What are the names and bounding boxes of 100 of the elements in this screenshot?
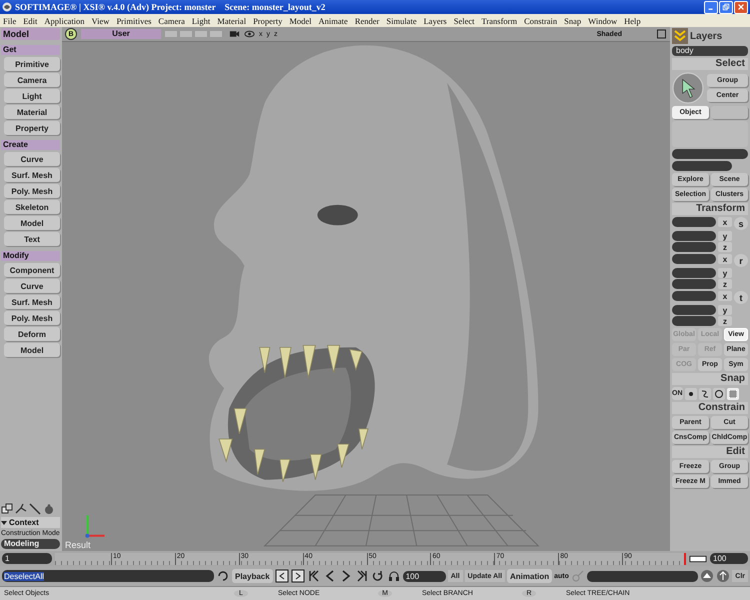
- section-header[interactable]: Constrain: [672, 402, 748, 414]
- previous-key-icon[interactable]: [274, 569, 289, 583]
- menu-button[interactable]: Model: [4, 216, 60, 230]
- curve-snap-icon[interactable]: [698, 388, 710, 400]
- menu-button[interactable]: Light: [4, 89, 60, 103]
- section-header[interactable]: Edit: [672, 446, 748, 458]
- axis-button[interactable]: x: [718, 217, 732, 227]
- point-snap-icon[interactable]: [684, 388, 696, 400]
- axis-button[interactable]: x: [718, 291, 732, 301]
- menu-item[interactable]: Primitives: [116, 16, 152, 26]
- end-frame-field[interactable]: 100: [710, 553, 748, 564]
- mode-dropdown[interactable]: Modeling: [1, 539, 60, 549]
- value-field[interactable]: [672, 279, 716, 289]
- menu-item[interactable]: Edit: [23, 16, 38, 26]
- section-header[interactable]: Select: [672, 58, 748, 70]
- menu-button[interactable]: Component: [4, 263, 60, 277]
- command-field[interactable]: DeselectAll: [2, 570, 214, 582]
- menu-button[interactable]: Property: [4, 121, 60, 135]
- menu-item[interactable]: Snap: [564, 16, 582, 26]
- keyboard-icon[interactable]: [689, 554, 707, 564]
- menu-button[interactable]: Material: [4, 105, 60, 119]
- menu-button[interactable]: Poly. Mesh: [4, 184, 60, 198]
- menu-button[interactable]: Curve: [4, 152, 60, 166]
- loop-icon[interactable]: [370, 569, 385, 583]
- axis-button[interactable]: x: [718, 254, 732, 264]
- restore-button[interactable]: [719, 0, 733, 14]
- menu-button[interactable]: Curve: [4, 279, 60, 293]
- close-icon[interactable]: [737, 3, 745, 11]
- menu-item[interactable]: Property: [253, 16, 282, 26]
- maximize-icon[interactable]: [656, 29, 667, 39]
- menu-item[interactable]: Layers: [424, 16, 447, 26]
- menu-item[interactable]: Render: [354, 16, 380, 26]
- menu-item[interactable]: Light: [192, 16, 210, 26]
- menu-button[interactable]: Poly. Mesh: [4, 311, 60, 325]
- animation-button[interactable]: Animation: [507, 569, 552, 583]
- transform-mode-button[interactable]: r: [734, 254, 748, 267]
- value-field[interactable]: [672, 291, 716, 301]
- grid-snap-icon[interactable]: [726, 388, 738, 400]
- layer-dropdown[interactable]: body: [672, 46, 748, 56]
- menu-item[interactable]: View: [92, 16, 110, 26]
- transform-mode-button[interactable]: t: [734, 291, 748, 304]
- menu-item[interactable]: Animate: [318, 16, 348, 26]
- menu-item[interactable]: Model: [289, 16, 312, 26]
- menu-item[interactable]: Help: [624, 16, 641, 26]
- menu-item[interactable]: Transform: [482, 16, 518, 26]
- minimize-button[interactable]: [704, 0, 718, 14]
- context-header[interactable]: Context: [1, 517, 60, 528]
- value-field[interactable]: [672, 316, 716, 326]
- selection-field[interactable]: [672, 149, 748, 159]
- cubes-icon[interactable]: [1, 503, 13, 515]
- menu-item[interactable]: Application: [44, 16, 85, 26]
- axis-button[interactable]: y: [718, 305, 732, 315]
- expand-icon[interactable]: [1, 520, 7, 524]
- menu-item[interactable]: Simulate: [386, 16, 417, 26]
- restore-icon[interactable]: [722, 3, 730, 11]
- menu-button[interactable]: Surf. Mesh: [4, 168, 60, 182]
- value-field[interactable]: [672, 305, 716, 315]
- menu-item[interactable]: Material: [217, 16, 246, 26]
- panel-title[interactable]: Model: [1, 28, 60, 40]
- first-frame-icon[interactable]: [306, 569, 321, 583]
- menu-item[interactable]: Constrain: [524, 16, 558, 26]
- chevron-down-icon[interactable]: [672, 28, 688, 44]
- loop-icon[interactable]: [216, 569, 230, 583]
- value-field[interactable]: [672, 217, 716, 227]
- frame-field[interactable]: 100: [402, 570, 446, 582]
- menu-item[interactable]: File: [3, 16, 16, 26]
- section-header[interactable]: Snap: [672, 373, 748, 385]
- playback-button[interactable]: Playback: [232, 569, 273, 583]
- next-key-icon[interactable]: [290, 569, 305, 583]
- section-header[interactable]: Transform: [672, 203, 748, 215]
- axis-button[interactable]: z: [718, 242, 732, 252]
- camera-dropdown[interactable]: User: [81, 29, 161, 39]
- transform-mode-button[interactable]: s: [734, 217, 748, 230]
- panel-title[interactable]: Layers: [690, 30, 722, 42]
- axis-button[interactable]: y: [718, 231, 732, 241]
- camera-icon[interactable]: [229, 29, 240, 39]
- eye-icon[interactable]: [244, 29, 255, 39]
- circle-snap-icon[interactable]: [712, 388, 724, 400]
- value-field[interactable]: [586, 570, 698, 582]
- current-frame-marker[interactable]: [684, 552, 686, 564]
- menu-button[interactable]: Model: [4, 343, 60, 357]
- headphones-icon[interactable]: [386, 569, 401, 583]
- value-field[interactable]: [672, 268, 716, 278]
- axis-button[interactable]: y: [718, 268, 732, 278]
- select-arrow-button[interactable]: [672, 72, 704, 104]
- menu-button[interactable]: Text: [4, 232, 60, 246]
- value-field[interactable]: [672, 231, 716, 241]
- value-field[interactable]: [672, 254, 716, 264]
- last-frame-icon[interactable]: [354, 569, 369, 583]
- value-field[interactable]: [672, 242, 716, 252]
- start-frame-field[interactable]: 1: [2, 553, 52, 564]
- bone-icon[interactable]: [15, 503, 27, 515]
- menu-item[interactable]: Window: [588, 16, 618, 26]
- axis-button[interactable]: z: [718, 279, 732, 289]
- menu-item[interactable]: Select: [454, 16, 475, 26]
- menu-button[interactable]: Deform: [4, 327, 60, 341]
- filter-field[interactable]: [672, 161, 732, 171]
- menu-item[interactable]: Camera: [158, 16, 185, 26]
- menu-button[interactable]: Primitive: [4, 57, 60, 71]
- close-button[interactable]: [734, 0, 748, 14]
